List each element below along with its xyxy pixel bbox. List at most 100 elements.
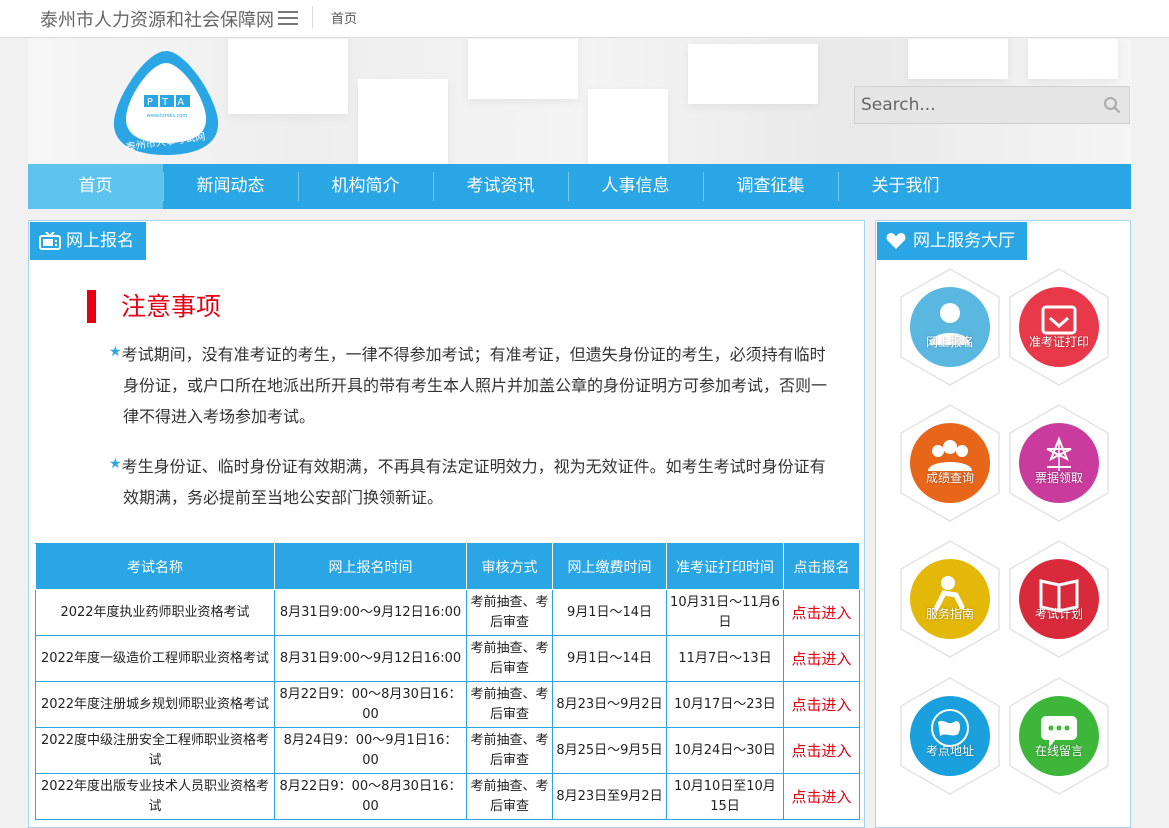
table-row: 2022年度执业药师职业资格考试 8月31日9:00～9月12日16:00 考前… xyxy=(35,589,860,636)
hamburger-menu-icon[interactable] xyxy=(278,11,298,25)
registration-time: 8月31日9:00～9月12日16:00 xyxy=(274,589,467,636)
banner-decoration xyxy=(688,44,818,104)
enter-registration-link[interactable]: 点击进入 xyxy=(783,589,860,636)
service-tile[interactable]: 票据领取 xyxy=(1007,403,1111,523)
exam-name: 2022年度执业药师职业资格考试 xyxy=(35,589,275,636)
service-label: 票据领取 xyxy=(1034,471,1083,485)
banner-decoration xyxy=(908,39,1008,79)
service-tile[interactable]: 成绩查询 xyxy=(898,403,1002,523)
service-label: 准考证打印 xyxy=(1028,335,1089,349)
table-header-row: 考试名称 网上报名时间 审核方式 网上缴费时间 准考证打印时间 点击报名 xyxy=(35,543,860,590)
home-link[interactable]: 首页 xyxy=(331,8,357,27)
table-row: 2022年度出版专业技术人员职业资格考试 8月22日9：00～8月30日16：0… xyxy=(35,773,860,820)
service-label: 考点地址 xyxy=(925,744,974,758)
banner-decoration xyxy=(228,39,348,114)
nav-item-news[interactable]: 新闻动态 xyxy=(163,164,298,209)
top-bar: 泰州市人力资源和社会保障网 首页 xyxy=(0,0,1169,38)
review-method: 考前抽查、考后审查 xyxy=(466,727,553,774)
service-label: 考试计划 xyxy=(1034,607,1083,621)
table-header: 考试名称 xyxy=(35,543,275,590)
panel-title: 网上报名 xyxy=(66,231,134,251)
review-method: 考前抽查、考后审查 xyxy=(466,773,553,820)
notice-text: 考试期间，没有准考证的考生，一律不得参加考试；有准考证，但遗失身份证的考生，必须… xyxy=(121,345,828,426)
nav-item-about-org[interactable]: 机构简介 xyxy=(298,164,433,209)
nav-item-home[interactable]: 首页 xyxy=(28,164,163,209)
divider xyxy=(312,6,313,28)
panel-header: 网上报名 xyxy=(30,222,146,260)
notice-title-marker xyxy=(87,290,96,323)
star-icon: ★ xyxy=(109,344,122,360)
admit-card-time: 10月24日～30日 xyxy=(666,727,784,774)
search-icon[interactable] xyxy=(1103,96,1121,114)
exam-table: 考试名称 网上报名时间 审核方式 网上缴费时间 准考证打印时间 点击报名 202… xyxy=(35,543,860,820)
table-header: 审核方式 xyxy=(466,543,553,590)
banner-decoration xyxy=(588,89,668,164)
service-tile[interactable]: 网上报名 xyxy=(898,267,1002,387)
site-title[interactable]: 泰州市人力资源和社会保障网 xyxy=(40,6,274,32)
registration-time: 8月22日9：00～8月30日16：00 xyxy=(274,681,467,728)
enter-registration-link[interactable]: 点击进入 xyxy=(783,681,860,728)
nav-item-survey[interactable]: 调查征集 xyxy=(703,164,838,209)
panel-title: 网上服务大厅 xyxy=(913,231,1015,251)
exam-name: 2022年度出版专业技术人员职业资格考试 xyxy=(35,773,275,820)
service-tile[interactable]: 服务指南 xyxy=(898,539,1002,659)
payment-time: 9月1日～14日 xyxy=(552,589,667,636)
payment-time: 9月1日～14日 xyxy=(552,635,667,682)
admit-card-time: 11月7日～13日 xyxy=(666,635,784,682)
notice-text: 考生身份证、临时身份证有效期满，不再具有法定证明效力，视为无效证件。如考生考试时… xyxy=(121,457,826,507)
nav-item-about-us[interactable]: 关于我们 xyxy=(838,164,973,209)
chat-icon xyxy=(1009,677,1109,795)
nav-item-personnel[interactable]: 人事信息 xyxy=(568,164,703,209)
payment-time: 8月23日至9月2日 xyxy=(552,773,667,820)
payment-time: 8月25日～9月5日 xyxy=(552,727,667,774)
site-logo[interactable]: P T A www.tzrsks.com 泰州市人事考试网 xyxy=(108,47,224,159)
enter-registration-link[interactable]: 点击进入 xyxy=(783,635,860,682)
heart-icon xyxy=(886,233,906,249)
guide-person-icon xyxy=(900,540,1000,658)
notice-paragraph: ★考试期间，没有准考证的考生，一律不得参加考试；有准考证，但遗失身份证的考生，必… xyxy=(109,339,835,432)
registration-time: 8月24日9：00～9月1日16：00 xyxy=(274,727,467,774)
review-method: 考前抽查、考后审查 xyxy=(466,635,553,682)
exam-name: 2022度中级注册安全工程师职业资格考试 xyxy=(35,727,275,774)
banner-decoration xyxy=(468,39,578,99)
payment-time: 8月23日～9月2日 xyxy=(552,681,667,728)
notice-paragraph: ★考生身份证、临时身份证有效期满，不再具有法定证明效力，视为无效证件。如考生考试… xyxy=(109,451,835,513)
enter-registration-link[interactable]: 点击进入 xyxy=(783,727,860,774)
review-method: 考前抽查、考后审查 xyxy=(466,589,553,636)
service-tile[interactable]: 准考证打印 xyxy=(1007,267,1111,387)
receipt-star-icon xyxy=(1009,404,1109,522)
ticket-check-icon xyxy=(1009,268,1109,386)
enter-registration-link[interactable]: 点击进入 xyxy=(783,773,860,820)
online-service-hall-panel: 网上服务大厅 网上报名 准考证打印成绩查询 票据领取服务指南 考试计划考点地址 在线留言 xyxy=(875,220,1131,828)
search-input[interactable] xyxy=(855,87,1095,123)
panel-header: 网上服务大厅 xyxy=(877,222,1027,260)
service-tile[interactable]: 考点地址 xyxy=(898,676,1002,796)
service-tile[interactable]: 在线留言 xyxy=(1007,676,1111,796)
table-header: 准考证打印时间 xyxy=(666,543,784,590)
review-method: 考前抽查、考后审查 xyxy=(466,681,553,728)
service-label: 服务指南 xyxy=(925,607,974,621)
globe-icon xyxy=(900,677,1000,795)
admit-card-time: 10月31日～11月6日 xyxy=(666,589,784,636)
table-row: 2022度中级注册安全工程师职业资格考试 8月24日9：00～9月1日16：00… xyxy=(35,727,860,774)
service-tile[interactable]: 考试计划 xyxy=(1007,539,1111,659)
banner-decoration xyxy=(1028,39,1118,79)
nav-item-exam-info[interactable]: 考试资讯 xyxy=(433,164,568,209)
table-row: 2022年度一级造价工程师职业资格考试 8月31日9:00～9月12日16:00… xyxy=(35,635,860,682)
online-registration-panel: 网上报名 注意事项 ★考试期间，没有准考证的考生，一律不得参加考试；有准考证，但… xyxy=(28,220,865,828)
book-icon xyxy=(1009,540,1109,658)
registration-time: 8月31日9:00～9月12日16:00 xyxy=(274,635,467,682)
table-header: 网上报名时间 xyxy=(274,543,467,590)
banner: P T A www.tzrsks.com 泰州市人事考试网 xyxy=(28,39,1131,164)
exam-name: 2022年度一级造价工程师职业资格考试 xyxy=(35,635,275,682)
logo-letters: P T A xyxy=(147,97,187,108)
service-label: 网上报名 xyxy=(925,335,974,349)
main-nav: 首页 新闻动态 机构简介 考试资讯 人事信息 调查征集 关于我们 xyxy=(28,164,1131,209)
banner-decoration xyxy=(358,79,448,164)
table-row: 2022年度注册城乡规划师职业资格考试 8月22日9：00～8月30日16：00… xyxy=(35,681,860,728)
logo-url: www.tzrsks.com xyxy=(147,113,188,119)
exam-name: 2022年度注册城乡规划师职业资格考试 xyxy=(35,681,275,728)
search-box xyxy=(854,86,1130,124)
admit-card-time: 10月10日至10月15日 xyxy=(666,773,784,820)
service-label: 在线留言 xyxy=(1034,744,1083,758)
